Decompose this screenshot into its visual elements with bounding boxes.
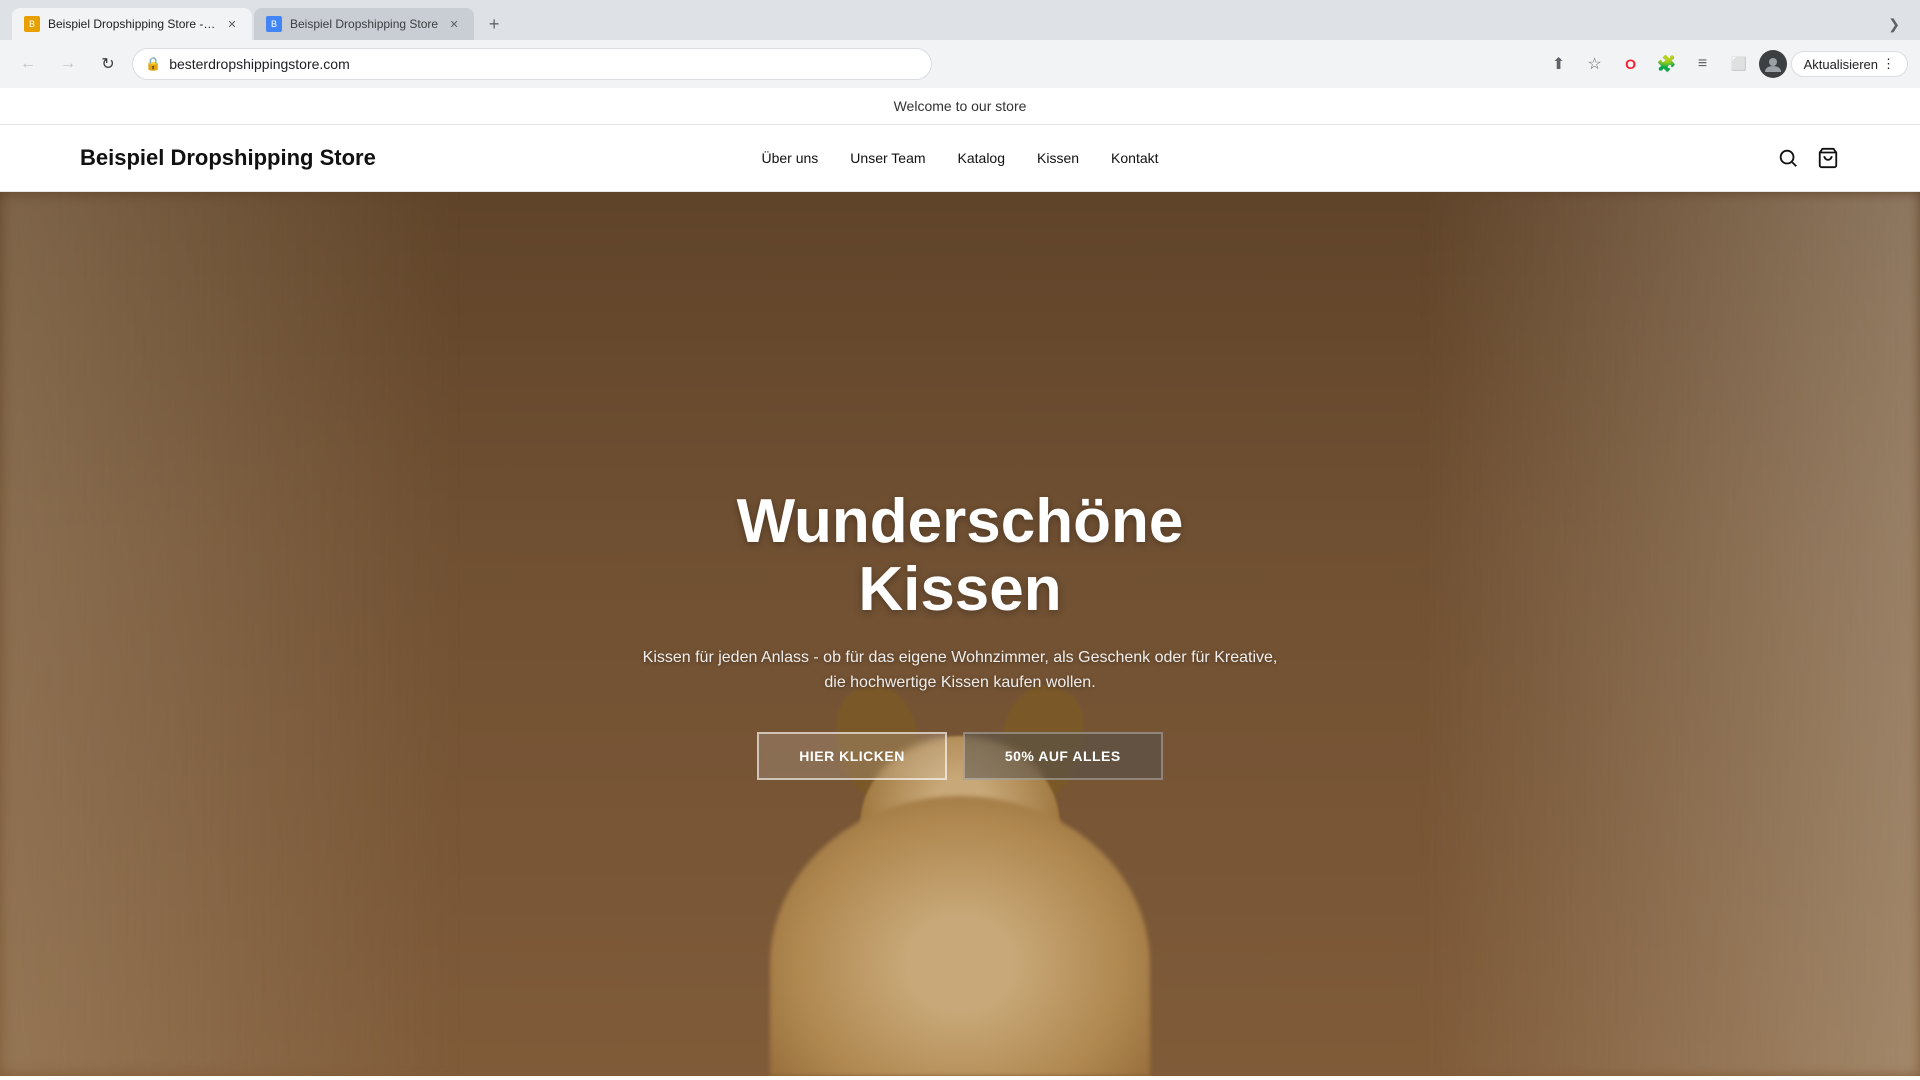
hero-title: Wunderschöne Kissen bbox=[630, 488, 1290, 624]
toolbar-icons: ⬆ ☆ O 🧩 ≡ ⬜ Aktualisieren ⋮ bbox=[1543, 48, 1908, 80]
nav-uber-uns[interactable]: Über uns bbox=[761, 150, 818, 166]
site-nav: Über uns Unser Team Katalog Kissen Konta… bbox=[761, 150, 1158, 166]
tab-close-2[interactable]: ✕ bbox=[446, 16, 462, 32]
url-display: besterdropshippingstore.com bbox=[169, 56, 919, 72]
reload-button[interactable]: ↻ bbox=[92, 48, 124, 80]
hero-secondary-button[interactable]: 50% AUF ALLES bbox=[963, 732, 1163, 780]
nav-kissen[interactable]: Kissen bbox=[1037, 150, 1079, 166]
nav-katalog[interactable]: Katalog bbox=[958, 150, 1005, 166]
tab-label-2: Beispiel Dropshipping Store bbox=[290, 17, 438, 31]
nav-kontakt[interactable]: Kontakt bbox=[1111, 150, 1158, 166]
header-icons bbox=[1776, 146, 1840, 170]
site-logo[interactable]: Beispiel Dropshipping Store bbox=[80, 145, 376, 171]
opera-icon[interactable]: O bbox=[1615, 48, 1647, 80]
tab-end: ❯ bbox=[1880, 12, 1908, 37]
announcement-text: Welcome to our store bbox=[894, 98, 1027, 114]
lock-icon: 🔒 bbox=[145, 56, 161, 72]
new-tab-button[interactable]: + bbox=[480, 10, 508, 38]
tab-favicon-1: B bbox=[24, 16, 40, 32]
nav-unser-team[interactable]: Unser Team bbox=[850, 150, 925, 166]
hero-subtitle: Kissen für jeden Anlass - ob für das eig… bbox=[630, 645, 1290, 696]
browser-chrome: B Beispiel Dropshipping Store - ... ✕ B … bbox=[0, 0, 1920, 88]
cart-icon[interactable] bbox=[1816, 146, 1840, 170]
back-button[interactable]: ← bbox=[12, 48, 44, 80]
extensions-icon[interactable]: 🧩 bbox=[1651, 48, 1683, 80]
bookmark-icon[interactable]: ☆ bbox=[1579, 48, 1611, 80]
tab-active[interactable]: B Beispiel Dropshipping Store - ... ✕ bbox=[12, 8, 252, 40]
address-bar[interactable]: 🔒 besterdropshippingstore.com bbox=[132, 48, 932, 80]
site-header: Beispiel Dropshipping Store Über uns Uns… bbox=[0, 125, 1920, 192]
split-view-icon[interactable]: ⬜ bbox=[1723, 48, 1755, 80]
search-icon[interactable] bbox=[1776, 146, 1800, 170]
share-icon[interactable]: ⬆ bbox=[1543, 48, 1575, 80]
hero-left-decoration bbox=[0, 192, 460, 1076]
tab-list-chevron[interactable]: ❯ bbox=[1880, 12, 1908, 37]
aktualisieren-button[interactable]: Aktualisieren ⋮ bbox=[1791, 51, 1908, 77]
menu-icon[interactable]: ≡ bbox=[1687, 48, 1719, 80]
hero-right-decoration bbox=[1420, 192, 1920, 1076]
profile-avatar[interactable] bbox=[1759, 50, 1787, 78]
tab-label-1: Beispiel Dropshipping Store - ... bbox=[48, 17, 216, 31]
hero-content: Wunderschöne Kissen Kissen für jeden Anl… bbox=[610, 468, 1310, 800]
tab-bar: B Beispiel Dropshipping Store - ... ✕ B … bbox=[0, 0, 1920, 40]
hero-buttons: Hier klicken 50% AUF ALLES bbox=[630, 732, 1290, 780]
tab-favicon-2: B bbox=[266, 16, 282, 32]
announcement-bar: Welcome to our store bbox=[0, 88, 1920, 125]
address-bar-row: ← → ↻ 🔒 besterdropshippingstore.com ⬆ ☆ … bbox=[0, 40, 1920, 88]
hero-section: Wunderschöne Kissen Kissen für jeden Anl… bbox=[0, 192, 1920, 1076]
tab-close-1[interactable]: ✕ bbox=[224, 16, 240, 32]
website-content: Welcome to our store Beispiel Dropshippi… bbox=[0, 88, 1920, 1080]
forward-button[interactable]: → bbox=[52, 48, 84, 80]
tab-inactive[interactable]: B Beispiel Dropshipping Store ✕ bbox=[254, 8, 474, 40]
hero-primary-button[interactable]: Hier klicken bbox=[757, 732, 947, 780]
